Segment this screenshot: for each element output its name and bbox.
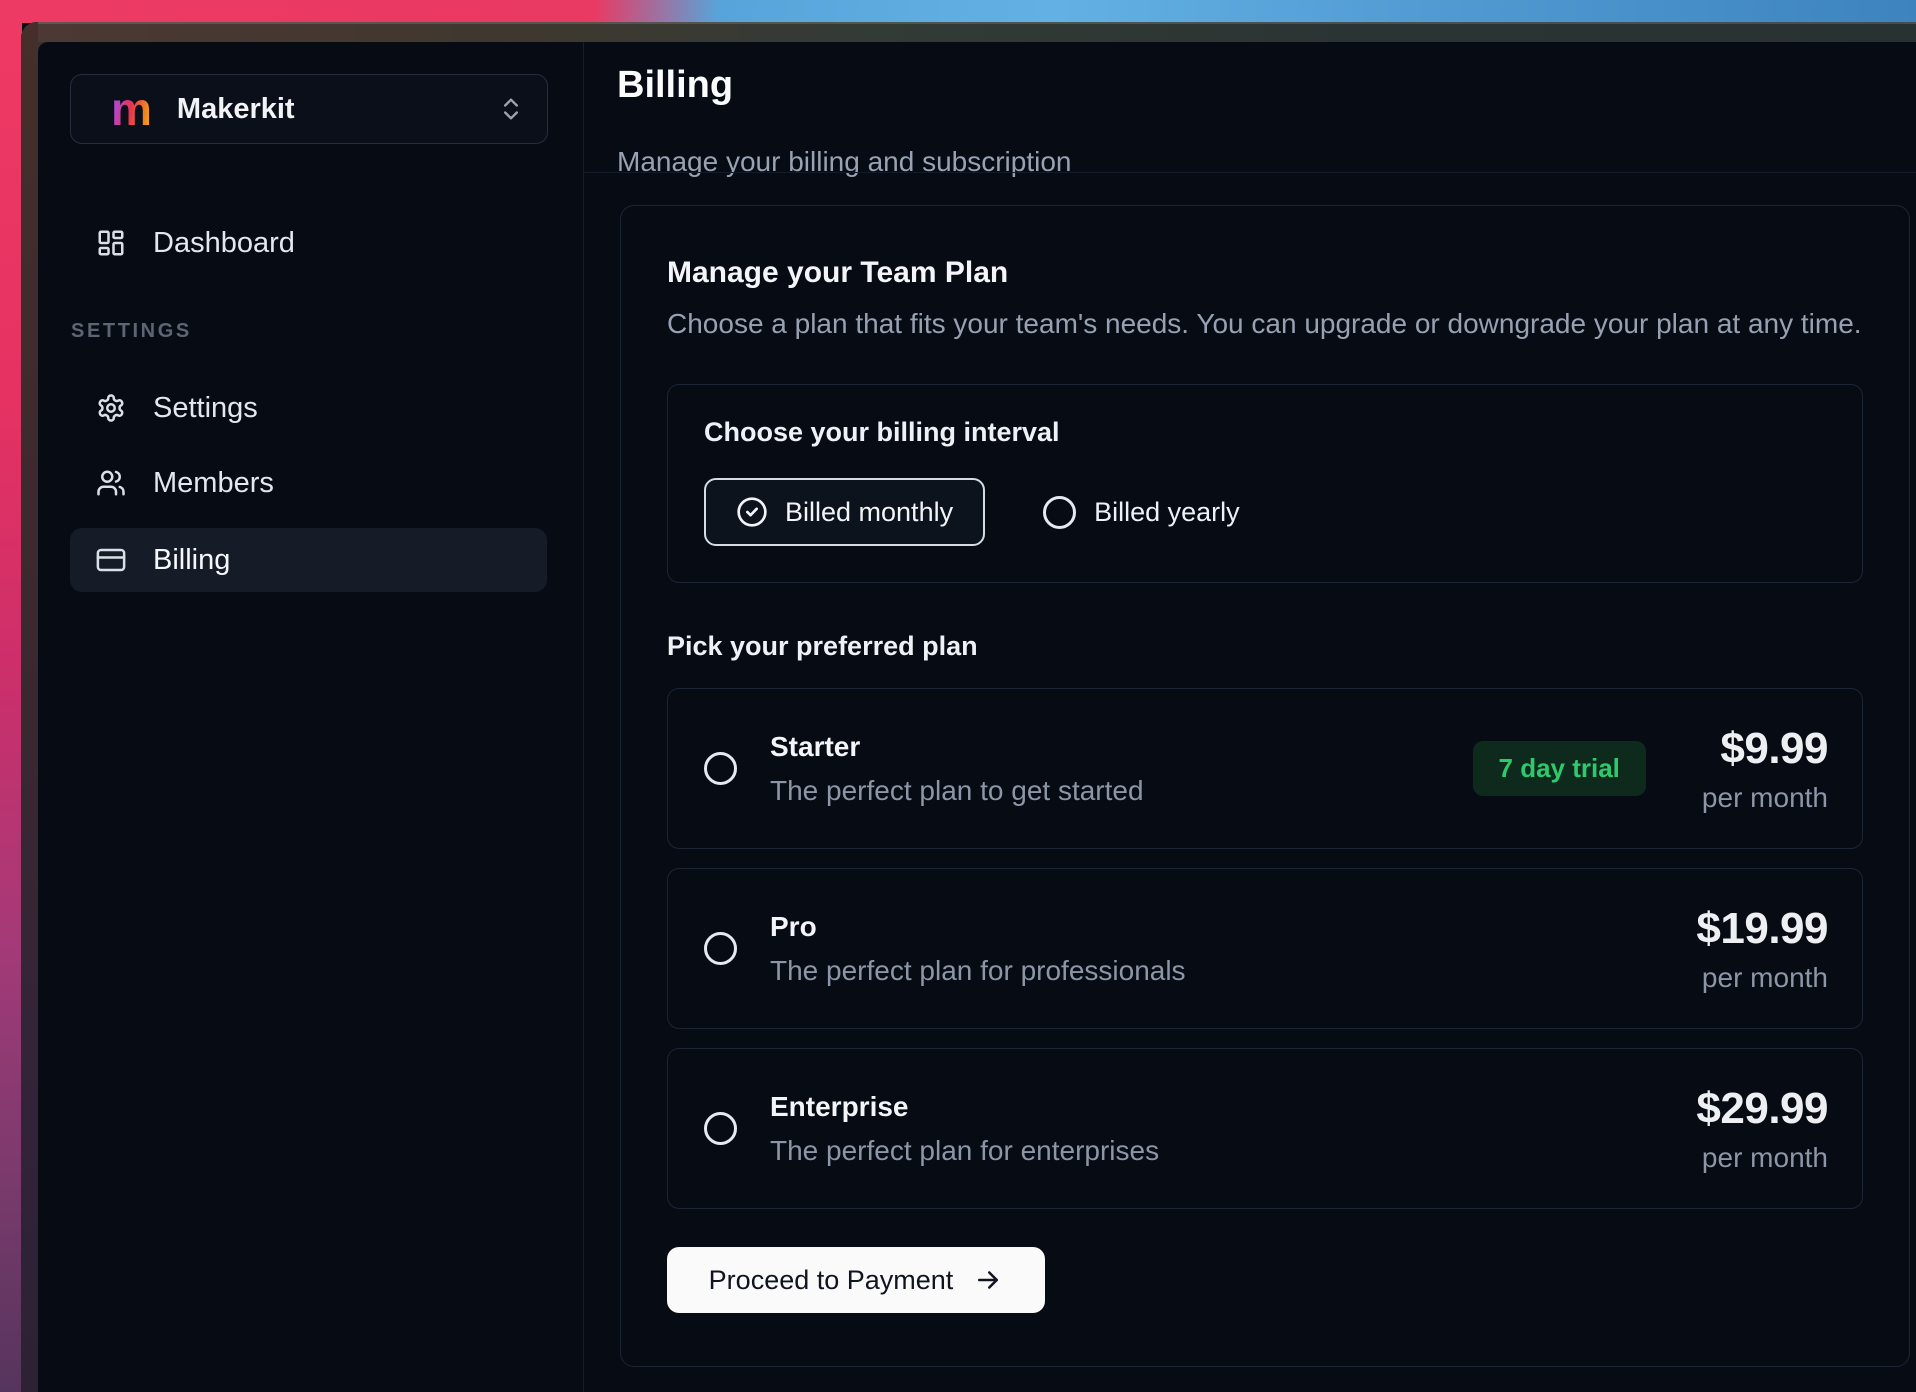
billed-monthly-option[interactable]: Billed monthly: [704, 478, 985, 546]
card-description: Choose a plan that fits your team's need…: [667, 308, 1863, 340]
app-window: m Makerkit Dashboard SETTINGS: [21, 22, 1916, 1392]
plan-description: The perfect plan for professionals: [770, 955, 1186, 987]
plan-description: The perfect plan to get started: [770, 775, 1144, 807]
radio-unselected-icon: [1043, 496, 1076, 529]
sidebar-item-label: Billing: [153, 544, 230, 577]
screenshot-canvas: m Makerkit Dashboard SETTINGS: [0, 0, 1916, 1392]
users-icon: [96, 468, 126, 498]
billing-interval-box: Choose your billing interval Billed mont…: [667, 384, 1863, 583]
gear-icon: [96, 393, 126, 423]
plan-text: Starter The perfect plan to get started: [770, 731, 1144, 807]
price-block: $19.99 per month: [1696, 904, 1828, 994]
option-label: Billed monthly: [785, 497, 953, 528]
plan-name: Pro: [770, 911, 1186, 943]
sidebar-item-label: Members: [153, 467, 274, 500]
makerkit-logo: m: [111, 91, 151, 128]
trial-badge: 7 day trial: [1473, 741, 1646, 796]
plan-text: Pro The perfect plan for professionals: [770, 911, 1186, 987]
plan-price: $19.99: [1696, 904, 1828, 954]
option-label: Billed yearly: [1094, 497, 1240, 528]
plan-period: per month: [1702, 782, 1828, 814]
sidebar-item-label: Dashboard: [153, 227, 295, 260]
proceed-to-payment-button[interactable]: Proceed to Payment: [667, 1247, 1045, 1313]
plan-name: Enterprise: [770, 1091, 1159, 1123]
billed-yearly-option[interactable]: Billed yearly: [1043, 496, 1240, 529]
check-circle-icon: [736, 496, 768, 528]
radio-unselected-icon[interactable]: [704, 1112, 737, 1145]
dashboard-icon: [96, 228, 126, 258]
plan-right: $19.99 per month: [1696, 904, 1828, 994]
sidebar-item-settings[interactable]: Settings: [70, 376, 547, 440]
plan-right: 7 day trial $9.99 per month: [1473, 724, 1828, 814]
page-title: Billing: [617, 64, 733, 107]
main-content: Billing Manage your billing and subscrip…: [584, 42, 1916, 1392]
plan-row-starter[interactable]: Starter The perfect plan to get started …: [667, 688, 1863, 849]
app-content: m Makerkit Dashboard SETTINGS: [38, 42, 1916, 1392]
sidebar: m Makerkit Dashboard SETTINGS: [38, 42, 583, 1392]
plan-description: The perfect plan for enterprises: [770, 1135, 1159, 1167]
credit-card-icon: [96, 545, 126, 575]
sidebar-section-heading: SETTINGS: [71, 320, 192, 343]
plan-row-enterprise[interactable]: Enterprise The perfect plan for enterpri…: [667, 1048, 1863, 1209]
arrow-right-icon: [973, 1265, 1003, 1295]
workspace-name: Makerkit: [177, 93, 295, 126]
plans-section-label: Pick your preferred plan: [667, 631, 1863, 662]
billing-interval-options: Billed monthly Billed yearly: [704, 478, 1826, 546]
sidebar-item-billing[interactable]: Billing: [70, 528, 547, 592]
radio-unselected-icon[interactable]: [704, 752, 737, 785]
price-block: $29.99 per month: [1696, 1084, 1828, 1174]
sidebar-item-dashboard[interactable]: Dashboard: [70, 211, 547, 275]
plan-price: $29.99: [1696, 1084, 1828, 1134]
page-subtitle: Manage your billing and subscription: [617, 146, 1072, 178]
chevron-up-down-icon: [497, 95, 525, 123]
proceed-to-payment-label: Proceed to Payment: [709, 1265, 954, 1296]
header-divider: [584, 172, 1916, 173]
radio-unselected-icon[interactable]: [704, 932, 737, 965]
plan-text: Enterprise The perfect plan for enterpri…: [770, 1091, 1159, 1167]
workspace-selector[interactable]: m Makerkit: [70, 74, 548, 144]
plan-price: $9.99: [1702, 724, 1828, 774]
desktop-wallpaper-left-edge: [0, 0, 22, 1392]
plan-row-pro[interactable]: Pro The perfect plan for professionals $…: [667, 868, 1863, 1029]
team-plan-card: Manage your Team Plan Choose a plan that…: [620, 205, 1910, 1367]
plan-right: $29.99 per month: [1696, 1084, 1828, 1174]
sidebar-item-label: Settings: [153, 392, 258, 425]
plan-period: per month: [1696, 1142, 1828, 1174]
plan-name: Starter: [770, 731, 1144, 763]
billing-interval-label: Choose your billing interval: [704, 417, 1826, 448]
sidebar-item-members[interactable]: Members: [70, 451, 547, 515]
card-title: Manage your Team Plan: [667, 256, 1863, 290]
plan-period: per month: [1696, 962, 1828, 994]
price-block: $9.99 per month: [1702, 724, 1828, 814]
desktop-wallpaper-top-edge: [0, 0, 1916, 23]
